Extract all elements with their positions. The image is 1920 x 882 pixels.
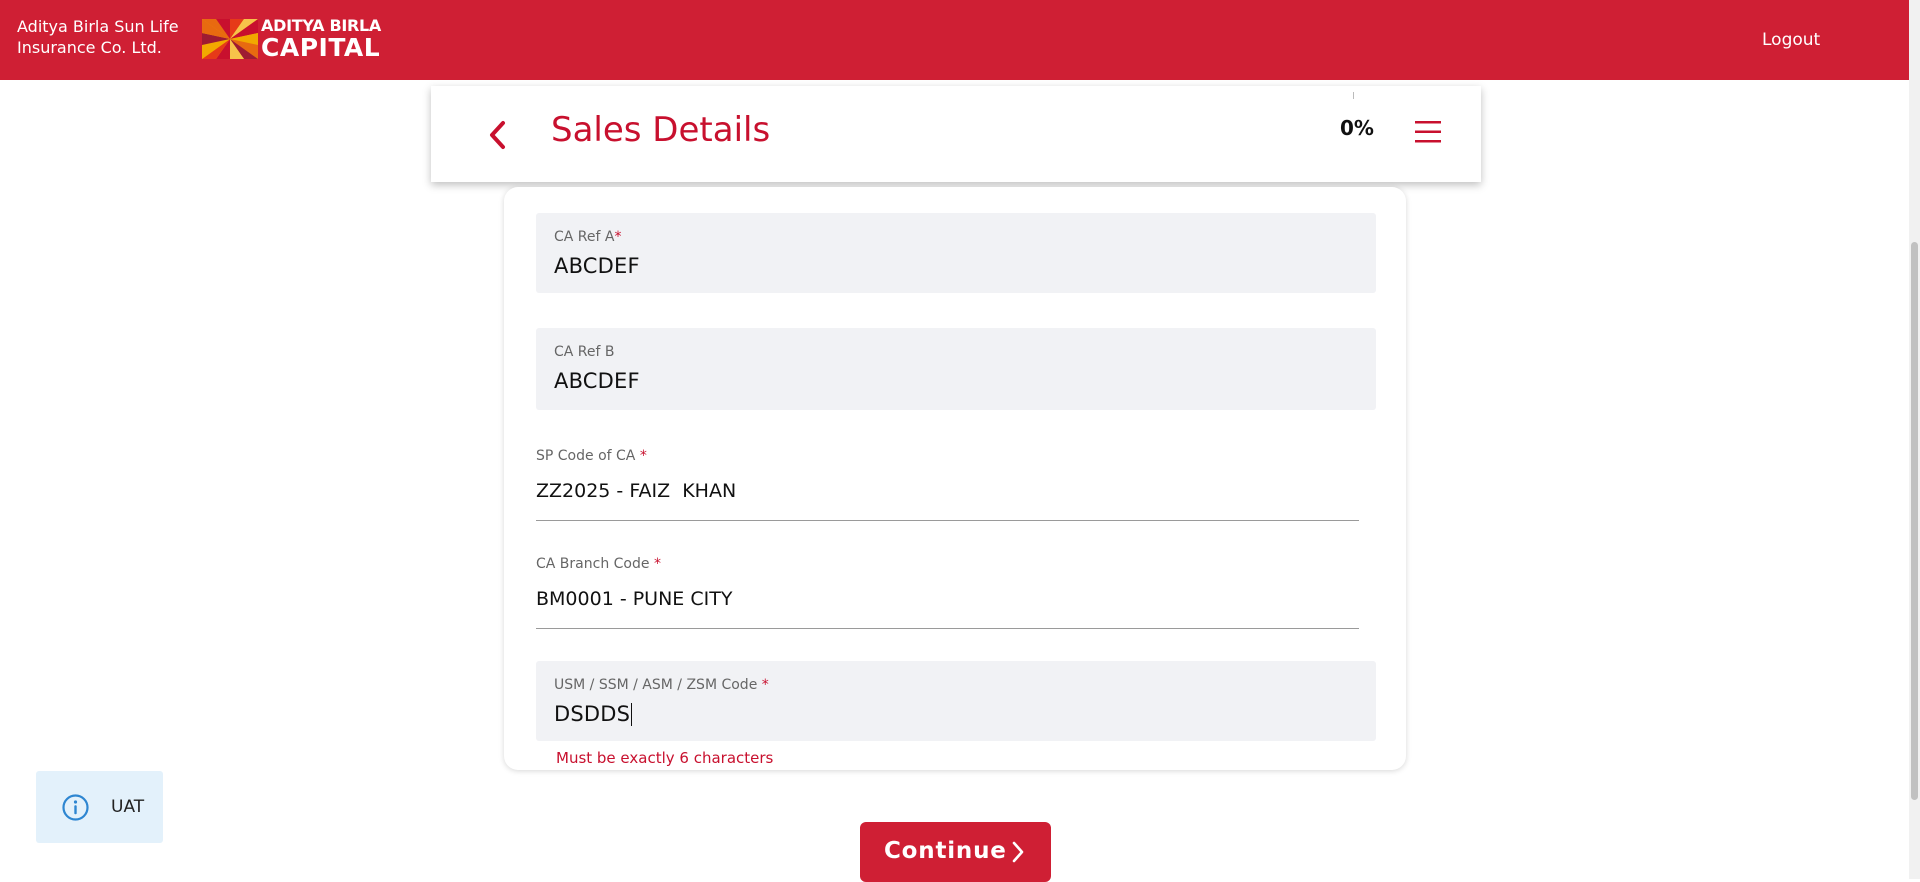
text-cursor — [631, 703, 633, 726]
ca-ref-b-input[interactable]: ABCDEF — [554, 369, 640, 393]
required-mark: * — [639, 448, 647, 464]
branch-code-label: CA Branch Code * — [536, 556, 661, 572]
sales-details-form: CA Ref A* ABCDEF CA Ref B ABCDEF SP Code… — [504, 187, 1406, 770]
ca-ref-a-input[interactable]: ABCDEF — [554, 254, 640, 278]
sunburst-logo-icon — [202, 19, 258, 59]
required-mark: * — [614, 229, 622, 245]
chevron-left-icon[interactable] — [486, 119, 508, 151]
company-name-line2: Insurance Co. Ltd. — [17, 38, 162, 57]
company-name-line1: Aditya Birla Sun Life — [17, 17, 179, 36]
uat-badge: UAT — [36, 771, 163, 843]
top-bar: Aditya Birla Sun Life Insurance Co. Ltd.… — [0, 0, 1909, 80]
required-mark: * — [761, 677, 769, 693]
ca-ref-b-field[interactable]: CA Ref B ABCDEF — [536, 328, 1376, 410]
ca-ref-b-label: CA Ref B — [554, 344, 615, 360]
logo-text-line2: CAPITAL — [261, 33, 381, 62]
manager-code-error: Must be exactly 6 characters — [556, 749, 774, 767]
chevron-right-icon — [1012, 841, 1024, 863]
branch-code-select[interactable]: BM0001 - PUNE CITY — [536, 588, 732, 610]
sp-code-field[interactable]: SP Code of CA * ZZ2025 - FAIZ KHAN — [536, 448, 1359, 521]
hamburger-menu-icon[interactable] — [1414, 120, 1442, 144]
company-name: Aditya Birla Sun Life Insurance Co. Ltd. — [17, 16, 179, 58]
uat-label: UAT — [111, 797, 145, 817]
sp-code-select[interactable]: ZZ2025 - FAIZ KHAN — [536, 480, 736, 502]
sp-code-label: SP Code of CA * — [536, 448, 647, 464]
required-mark: * — [653, 556, 661, 572]
page-header: Sales Details 0% — [431, 86, 1481, 182]
manager-code-input[interactable]: DSDDS — [554, 702, 633, 726]
branch-code-field[interactable]: CA Branch Code * BM0001 - PUNE CITY — [536, 556, 1359, 629]
ca-ref-a-field[interactable]: CA Ref A* ABCDEF — [536, 213, 1376, 293]
page-title: Sales Details — [551, 110, 771, 150]
ca-ref-a-label: CA Ref A* — [554, 229, 622, 245]
manager-code-label: USM / SSM / ASM / ZSM Code * — [554, 677, 769, 693]
logo-text: ADITYA BIRLA CAPITAL — [261, 17, 381, 61]
progress-percent: 0% — [1340, 116, 1374, 140]
progress-tick — [1353, 92, 1354, 99]
page-scrollbar[interactable] — [1909, 0, 1920, 879]
manager-code-field[interactable]: USM / SSM / ASM / ZSM Code * DSDDS — [536, 661, 1376, 741]
logout-button[interactable]: Logout — [1762, 30, 1820, 50]
continue-button-label: Continue — [884, 838, 1007, 864]
continue-button[interactable]: Continue — [860, 822, 1051, 882]
scrollbar-thumb[interactable] — [1911, 242, 1918, 800]
info-icon — [62, 794, 89, 821]
